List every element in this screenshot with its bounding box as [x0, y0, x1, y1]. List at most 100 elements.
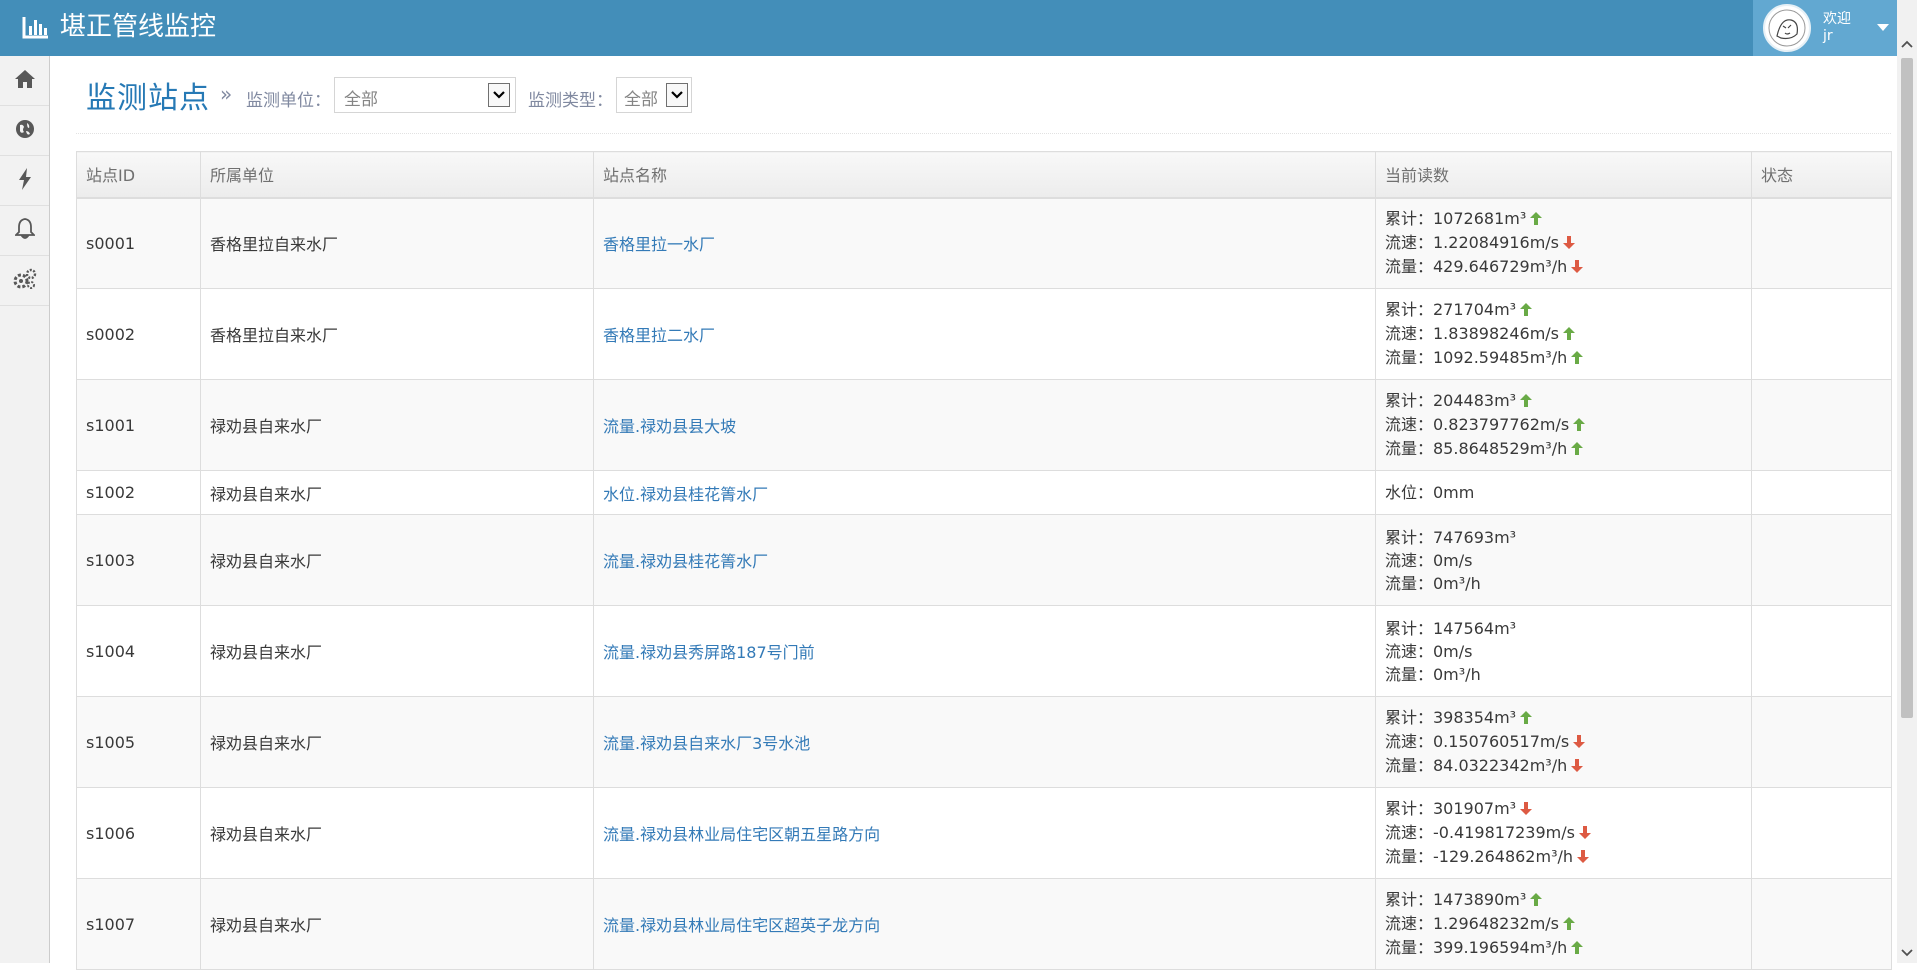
cell-station-id: s1003 — [76, 514, 201, 606]
station-name-link[interactable]: 流量.禄劝县林业局住宅区超英子龙方向 — [593, 878, 1376, 970]
table-row: s0001 香格里拉自来水厂 香格里拉一水厂 累计：1072681m³ 流速：1.220… — [76, 197, 1892, 289]
user-menu[interactable]: 欢迎 jr — [1753, 0, 1897, 56]
header-current-reading[interactable]: 当前读数 — [1375, 151, 1752, 199]
reading-line: 累计：398354m³ — [1385, 706, 1742, 730]
reading-text: 累计：398354m³ — [1385, 708, 1517, 727]
cell-status — [1751, 514, 1892, 606]
station-name-link[interactable]: 流量.禄劝县县大坡 — [593, 379, 1376, 471]
cell-station-id: s1002 — [76, 470, 201, 515]
arrow-up-icon — [1520, 390, 1533, 413]
cell-status — [1751, 605, 1892, 697]
header-status[interactable]: 状态 — [1751, 151, 1892, 199]
cell-station-id: s1007 — [76, 878, 201, 970]
cell-unit: 禄劝县自来水厂 — [200, 379, 594, 471]
reading-line: 流速：1.22084916m/s — [1385, 231, 1742, 255]
arrow-up-icon — [1530, 208, 1543, 231]
scroll-up-icon[interactable] — [1897, 34, 1917, 54]
reading-line: 流量：-129.264862m³/h — [1385, 845, 1742, 869]
cell-unit: 禄劝县自来水厂 — [200, 514, 594, 606]
station-name-link[interactable]: 水位.禄劝县桂花箐水厂 — [593, 470, 1376, 515]
reading-line: 累计：204483m³ — [1385, 389, 1742, 413]
cell-station-id: s0001 — [76, 197, 201, 289]
reading-text: 流速：0m/s — [1385, 550, 1473, 570]
cell-status — [1751, 288, 1892, 380]
sidebar-item-globe[interactable] — [0, 106, 49, 156]
header-station-id[interactable]: 站点ID — [76, 151, 201, 199]
arrow-down-icon — [1571, 755, 1584, 778]
reading-text: 流速：1.22084916m/s — [1385, 233, 1560, 253]
header-station-name[interactable]: 站点名称 — [593, 151, 1376, 199]
type-filter-select[interactable]: 全部 — [616, 77, 692, 113]
cell-station-id: s1005 — [76, 696, 201, 788]
unit-filter-label: 监测单位： — [246, 91, 331, 111]
reading-text: 水位：0mm — [1385, 483, 1475, 502]
station-name-link[interactable]: 流量.禄劝县林业局住宅区朝五星路方向 — [593, 787, 1376, 879]
reading-line: 累计：1072681m³ — [1385, 207, 1742, 231]
sidebar — [0, 56, 50, 963]
station-name-link[interactable]: 流量.禄劝县桂花箐水厂 — [593, 514, 1376, 606]
reading-text: 累计：301907m³ — [1385, 799, 1517, 818]
unit-filter-select[interactable]: 全部 — [334, 77, 516, 113]
cell-unit: 禄劝县自来水厂 — [200, 470, 594, 515]
cell-station-id: s1001 — [76, 379, 201, 471]
reading-line: 流速：0.150760517m/s — [1385, 730, 1742, 754]
station-table: 站点ID 所属单位 站点名称 当前读数 状态 s0001 香格里拉自来水厂 香格里拉… — [76, 151, 1892, 970]
cell-unit: 香格里拉自来水厂 — [200, 288, 594, 380]
table-row: s0002 香格里拉自来水厂 香格里拉二水厂 累计：271704m³ 流速：1.8389… — [76, 288, 1892, 380]
station-name-link[interactable]: 香格里拉二水厂 — [593, 288, 1376, 380]
cell-unit: 禄劝县自来水厂 — [200, 605, 594, 697]
arrow-down-icon — [1578, 822, 1591, 845]
scroll-down-icon[interactable] — [1897, 943, 1917, 963]
page-title: 监测站点 — [86, 81, 210, 116]
cell-unit: 禄劝县自来水厂 — [200, 787, 594, 879]
brand[interactable]: 堪正管线监控 — [22, 10, 216, 44]
chevron-down-icon[interactable] — [488, 83, 510, 107]
table-row: s1006 禄劝县自来水厂 流量.禄劝县林业局住宅区朝五星路方向 累计：301907m… — [76, 787, 1892, 879]
app-title: 堪正管线监控 — [60, 12, 217, 42]
cell-current-reading: 累计：1072681m³ 流速：1.22084916m/s 流量：429.64672… — [1375, 197, 1752, 289]
arrow-down-icon — [1520, 798, 1533, 821]
arrow-up-icon — [1530, 889, 1543, 912]
arrow-down-icon — [1563, 232, 1576, 255]
chevron-down-icon[interactable] — [666, 83, 688, 107]
reading-line: 流速：0.823797762m/s — [1385, 413, 1742, 437]
arrow-down-icon — [1573, 731, 1586, 754]
cell-current-reading: 累计：301907m³ 流速：-0.419817239m/s 流量：-129.264… — [1375, 787, 1752, 879]
sidebar-item-home[interactable] — [0, 56, 49, 106]
gears-icon — [13, 268, 37, 294]
reading-line: 流速：1.83898246m/s — [1385, 322, 1742, 346]
vertical-scrollbar[interactable] — [1897, 0, 1917, 963]
avatar — [1763, 4, 1811, 52]
cell-status — [1751, 197, 1892, 289]
breadcrumb-separator: » — [220, 82, 233, 106]
sidebar-item-bell[interactable] — [0, 206, 49, 256]
reading-line: 累计：747693m³ — [1385, 526, 1742, 549]
type-filter-value: 全部 — [624, 90, 658, 110]
header-unit[interactable]: 所属单位 — [200, 151, 594, 199]
reading-line: 水位：0mm — [1385, 481, 1742, 504]
cell-station-id: s1006 — [76, 787, 201, 879]
cell-current-reading: 累计：204483m³ 流速：0.823797762m/s 流量：85.864852… — [1375, 379, 1752, 471]
cell-unit: 禄劝县自来水厂 — [200, 696, 594, 788]
arrow-up-icon — [1571, 937, 1584, 960]
home-icon — [14, 69, 36, 93]
sidebar-item-settings[interactable] — [0, 256, 49, 306]
cell-station-id: s1004 — [76, 605, 201, 697]
cell-current-reading: 累计：747693m³ 流速：0m/s 流量：0m³/h — [1375, 514, 1752, 606]
bolt-icon — [18, 167, 32, 194]
table-row: s1005 禄劝县自来水厂 流量.禄劝县自来水厂3号水池 累计：398354m³ 流速：… — [76, 696, 1892, 788]
reading-line: 流速：1.29648232m/s — [1385, 912, 1742, 936]
sidebar-item-bolt[interactable] — [0, 156, 49, 206]
reading-line: 流量：429.646729m³/h — [1385, 255, 1742, 279]
bell-icon — [13, 217, 36, 244]
scrollbar-thumb[interactable] — [1901, 58, 1913, 718]
cell-status — [1751, 787, 1892, 879]
station-name-link[interactable]: 流量.禄劝县秀屏路187号门前 — [593, 605, 1376, 697]
reading-line: 流量：0m³/h — [1385, 663, 1742, 686]
reading-line: 流速：0m/s — [1385, 549, 1742, 572]
reading-text: 流速：1.29648232m/s — [1385, 914, 1560, 933]
station-name-link[interactable]: 香格里拉一水厂 — [593, 197, 1376, 289]
station-name-link[interactable]: 流量.禄劝县自来水厂3号水池 — [593, 696, 1376, 788]
cell-station-id: s0002 — [76, 288, 201, 380]
caret-down-icon[interactable] — [1877, 24, 1889, 31]
